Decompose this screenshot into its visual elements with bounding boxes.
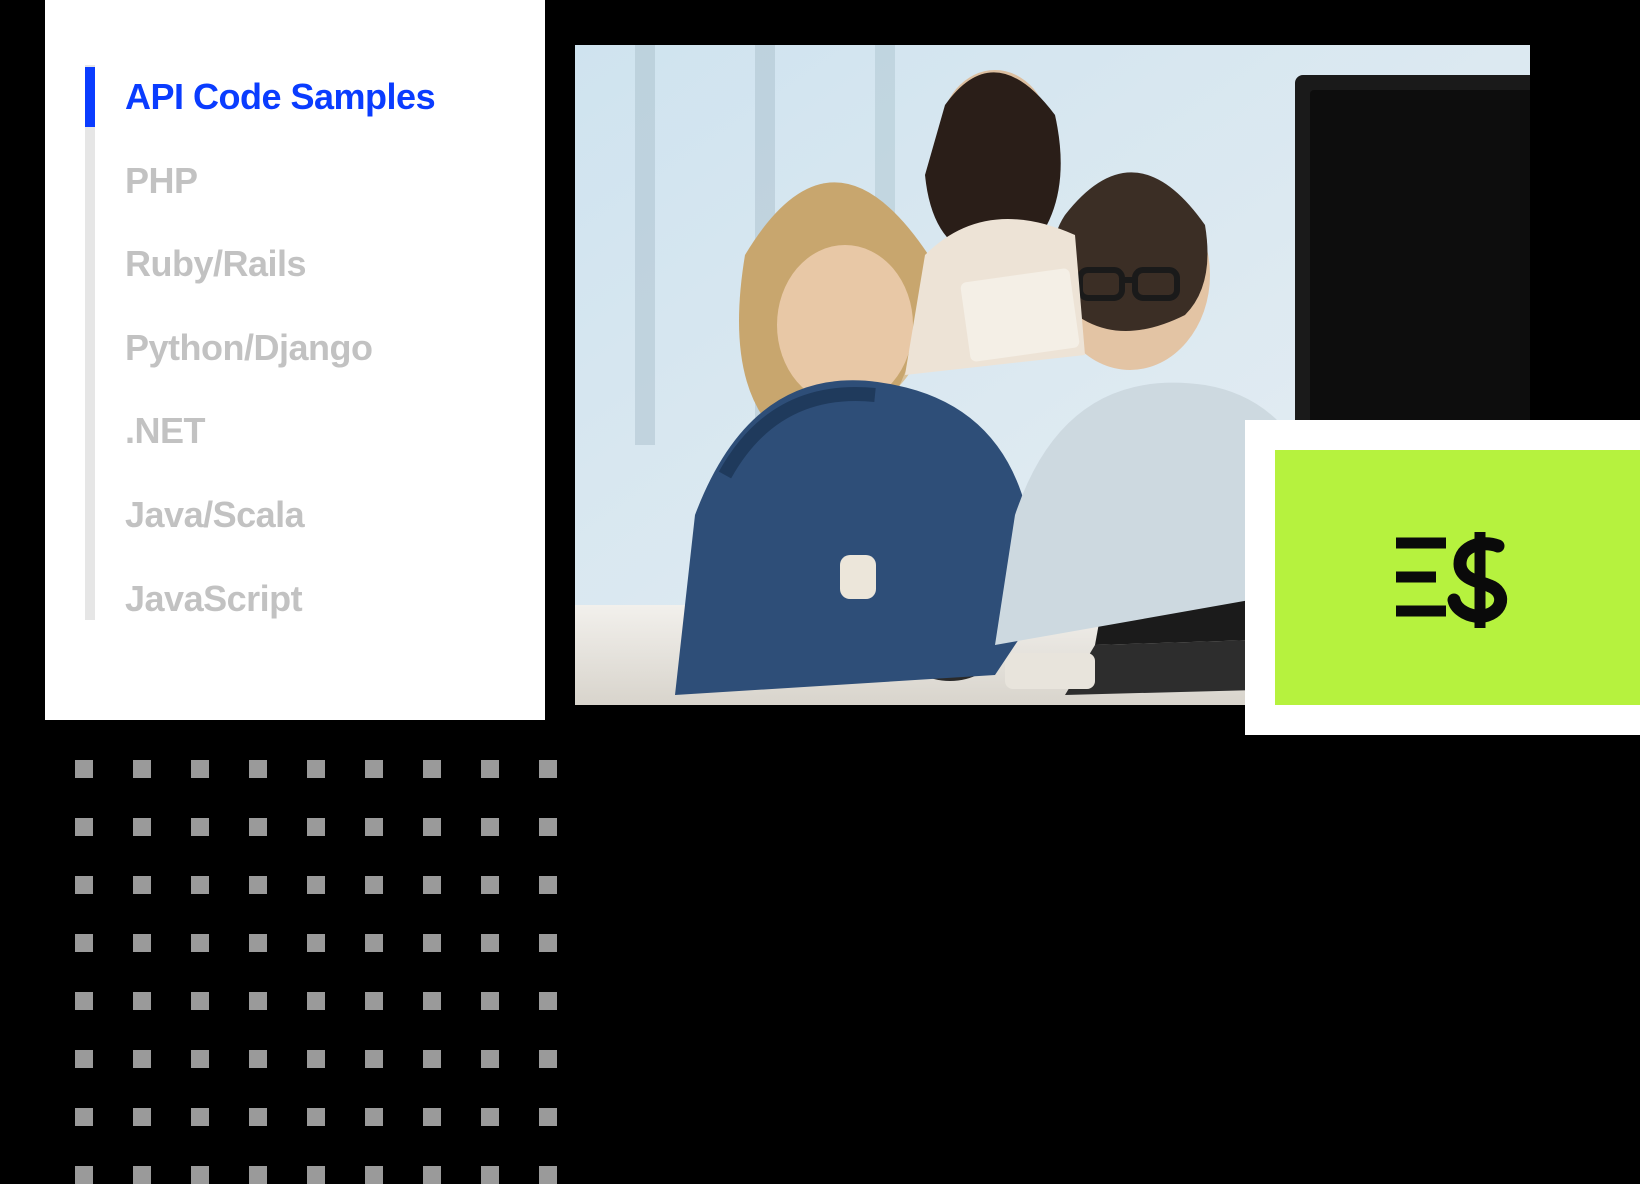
decorative-dot: [481, 876, 499, 894]
decorative-dot: [539, 818, 557, 836]
decorative-dot: [191, 1050, 209, 1068]
nav-item-java-scala[interactable]: Java/Scala: [85, 473, 505, 557]
decorative-dot: [133, 992, 151, 1010]
decorative-dot: [133, 760, 151, 778]
sidebar-panel: API Code Samples PHP Ruby/Rails Python/D…: [45, 0, 545, 720]
nav-item-label: API Code Samples: [125, 76, 435, 117]
decorative-dot: [423, 876, 441, 894]
decorative-dot: [75, 934, 93, 952]
decorative-dot: [365, 1108, 383, 1126]
list-dollar-icon: [1388, 523, 1528, 633]
decorative-dot: [365, 934, 383, 952]
decorative-dot: [307, 934, 325, 952]
decorative-dot: [191, 760, 209, 778]
decorative-dot: [191, 876, 209, 894]
decorative-dot: [539, 1108, 557, 1126]
decorative-dot: [75, 992, 93, 1010]
decorative-dot: [249, 818, 267, 836]
dot-grid: [75, 760, 557, 1184]
decorative-dot: [133, 934, 151, 952]
decorative-dot: [481, 934, 499, 952]
decorative-dot: [423, 760, 441, 778]
decorative-dot: [75, 1166, 93, 1184]
decorative-dot: [75, 1050, 93, 1068]
nav-item-ruby-rails[interactable]: Ruby/Rails: [85, 222, 505, 306]
decorative-dot: [423, 1050, 441, 1068]
nav-item-label: JavaScript: [125, 578, 302, 619]
decorative-dot: [191, 1166, 209, 1184]
decorative-dot: [365, 1166, 383, 1184]
decorative-dot: [307, 992, 325, 1010]
decorative-dot: [307, 1108, 325, 1126]
decorative-dot: [191, 1108, 209, 1126]
decorative-dot: [423, 818, 441, 836]
nav-item-label: PHP: [125, 160, 198, 201]
nav-item-api-code-samples[interactable]: API Code Samples: [85, 55, 505, 139]
decorative-dot: [75, 818, 93, 836]
decorative-dot: [249, 1050, 267, 1068]
decorative-dot: [249, 992, 267, 1010]
pricing-badge: [1275, 450, 1640, 705]
decorative-dot: [307, 818, 325, 836]
decorative-dot: [249, 934, 267, 952]
decorative-dot: [365, 876, 383, 894]
nav-item-php[interactable]: PHP: [85, 139, 505, 223]
decorative-dot: [133, 876, 151, 894]
decorative-dot: [539, 1050, 557, 1068]
decorative-dot: [191, 992, 209, 1010]
nav-item-label: Python/Django: [125, 327, 373, 368]
decorative-dot: [539, 876, 557, 894]
nav-item-python-django[interactable]: Python/Django: [85, 306, 505, 390]
decorative-dot: [365, 760, 383, 778]
decorative-dot: [307, 1050, 325, 1068]
badge-container: [1245, 420, 1640, 735]
decorative-dot: [307, 876, 325, 894]
decorative-dot: [191, 934, 209, 952]
decorative-dot: [423, 992, 441, 1010]
nav-item-javascript[interactable]: JavaScript: [85, 557, 505, 641]
decorative-dot: [191, 818, 209, 836]
decorative-dot: [539, 934, 557, 952]
decorative-dot: [75, 1108, 93, 1126]
decorative-dot: [539, 992, 557, 1010]
decorative-dot: [539, 760, 557, 778]
decorative-dot: [307, 760, 325, 778]
decorative-dot: [133, 1166, 151, 1184]
decorative-dot: [481, 1108, 499, 1126]
decorative-dot: [133, 1108, 151, 1126]
decorative-dot: [249, 876, 267, 894]
decorative-dot: [539, 1166, 557, 1184]
nav-list: API Code Samples PHP Ruby/Rails Python/D…: [85, 55, 505, 640]
decorative-dot: [365, 992, 383, 1010]
decorative-dot: [249, 1108, 267, 1126]
decorative-dot: [307, 1166, 325, 1184]
nav-item-label: .NET: [125, 410, 205, 451]
decorative-dot: [365, 1050, 383, 1068]
decorative-dot: [365, 818, 383, 836]
decorative-dot: [133, 1050, 151, 1068]
decorative-dot: [249, 1166, 267, 1184]
decorative-dot: [481, 1166, 499, 1184]
decorative-dot: [481, 1050, 499, 1068]
decorative-dot: [249, 760, 267, 778]
nav-item-label: Java/Scala: [125, 494, 304, 535]
decorative-dot: [481, 760, 499, 778]
decorative-dot: [75, 760, 93, 778]
decorative-dot: [75, 876, 93, 894]
nav-item-dotnet[interactable]: .NET: [85, 389, 505, 473]
decorative-dot: [423, 934, 441, 952]
nav-item-label: Ruby/Rails: [125, 243, 306, 284]
decorative-dot: [481, 992, 499, 1010]
decorative-dot: [481, 818, 499, 836]
decorative-dot: [423, 1108, 441, 1126]
decorative-dot: [423, 1166, 441, 1184]
decorative-dot: [133, 818, 151, 836]
